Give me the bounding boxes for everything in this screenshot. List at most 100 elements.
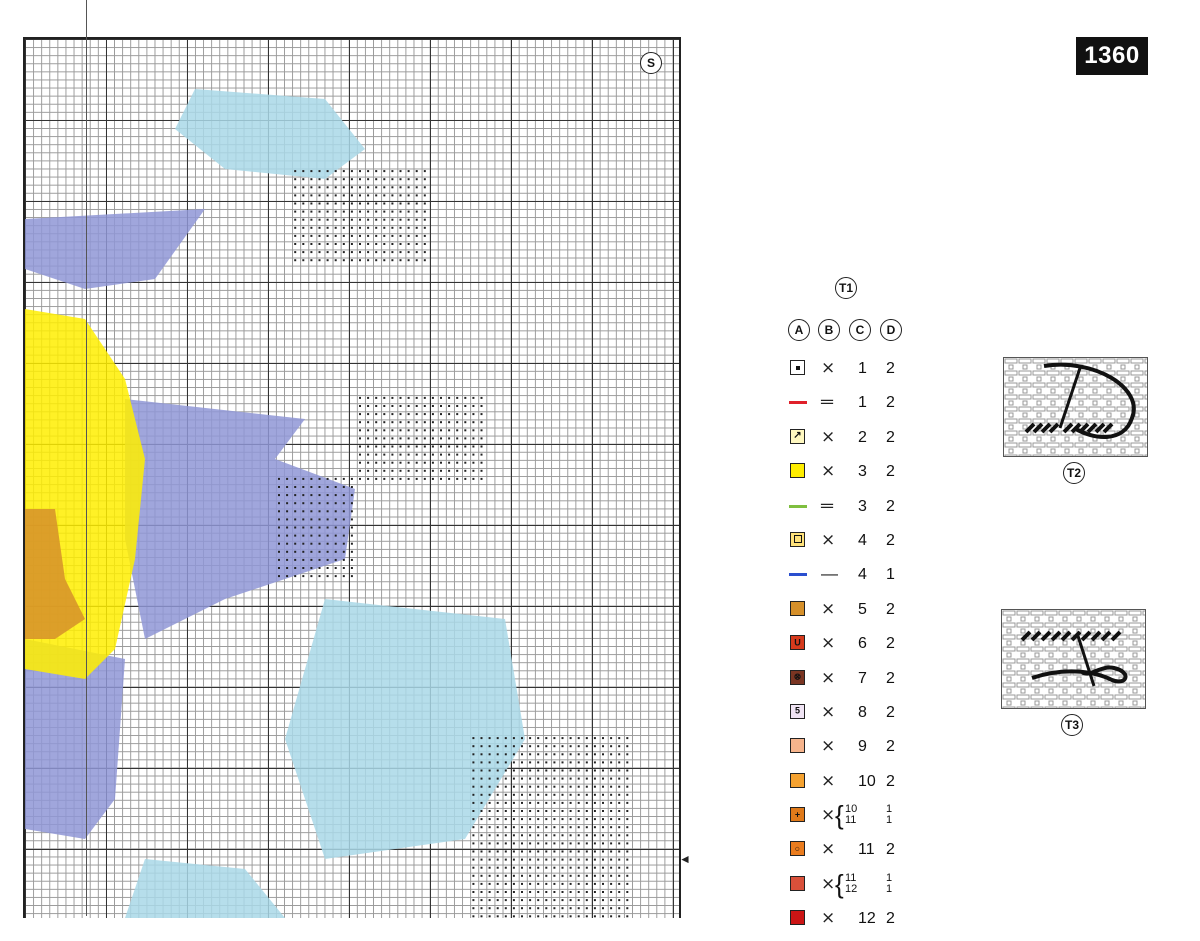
dot-stitch — [537, 834, 540, 837]
dot-stitch — [512, 818, 515, 821]
dot-stitch — [359, 461, 361, 464]
dot-stitch — [431, 453, 434, 456]
dot-stitch — [367, 259, 370, 262]
dot-stitch — [488, 858, 491, 861]
dot-stitch — [610, 850, 613, 853]
dot-stitch — [521, 866, 523, 869]
dot-stitch — [464, 396, 467, 399]
dot-stitch — [472, 882, 475, 885]
color-key-legend: ⨯ 1 2 ═ 1 2 ↗ ⨯ 2 2 ⨯ 3 2 ═ 3 2 ⨯ 4 2 — 4 1 ⨯ 5 2 U ⨯ 6 2 ⊗ ⨯… — [788, 356, 928, 941]
dot-stitch — [326, 494, 329, 497]
dot-stitch — [310, 567, 313, 569]
dot-stitch — [602, 866, 604, 869]
dot-stitch — [294, 477, 297, 480]
dot-stitch — [310, 194, 313, 197]
blend-colors: 11 12 — [845, 871, 858, 895]
dot-stitch — [383, 186, 386, 189]
dot-stitch — [569, 826, 572, 829]
dot-stitch — [415, 218, 418, 221]
legend-row: ⨯ 3 2 — [788, 459, 928, 493]
dot-stitch — [383, 234, 386, 237]
dot-stitch — [577, 785, 580, 788]
dot-stitch — [464, 453, 467, 456]
dot-stitch — [569, 834, 572, 837]
color-number: 1 — [858, 394, 867, 412]
dot-stitch — [326, 170, 329, 173]
dot-stitch — [521, 842, 523, 845]
dot-stitch — [391, 477, 394, 480]
dot-stitch — [480, 866, 483, 869]
dot-stitch — [286, 550, 289, 553]
dot-stitch — [593, 777, 596, 780]
dot-stitch — [318, 243, 321, 245]
dot-stitch — [480, 818, 483, 821]
needle-stitch-icon — [1004, 358, 1147, 456]
dot-stitch — [407, 243, 410, 245]
dot-stitch — [359, 413, 361, 416]
dot-stitch — [391, 218, 394, 221]
dot-stitch — [512, 826, 515, 829]
dot-stitch — [407, 477, 410, 480]
dot-stitch — [391, 396, 394, 399]
dot-stitch — [602, 826, 604, 829]
dot-stitch — [415, 437, 418, 440]
dot-stitch — [334, 550, 337, 553]
dot-stitch — [399, 234, 402, 237]
dot-stitch — [375, 453, 378, 456]
dot-stitch — [375, 421, 378, 424]
dot-stitch — [423, 413, 426, 416]
dot-stitch — [431, 396, 434, 399]
dot-stitch — [512, 850, 515, 853]
dot-stitch — [326, 194, 329, 197]
legend-row: ⨯ 1 2 — [788, 356, 928, 390]
dot-stitch — [342, 170, 345, 173]
dot-stitch — [399, 437, 402, 440]
dot-stitch — [278, 542, 280, 545]
dot-stitch — [342, 202, 345, 205]
dot-stitch — [480, 907, 483, 910]
dot-stitch — [334, 477, 337, 480]
page-number-badge: 1360 — [1076, 37, 1148, 75]
dot-stitch — [431, 437, 434, 440]
dot-stitch — [334, 534, 337, 537]
dot-stitch — [383, 202, 386, 205]
dot-stitch — [294, 186, 297, 189]
dot-stitch — [610, 818, 613, 821]
dot-stitch — [561, 810, 564, 812]
dot-stitch — [286, 494, 289, 497]
dot-stitch — [367, 243, 370, 245]
dot-stitch — [423, 429, 426, 432]
dot-stitch — [391, 243, 394, 245]
dot-stitch — [294, 575, 297, 578]
dot-stitch — [593, 810, 596, 812]
dot-stitch — [537, 882, 540, 885]
dot-stitch — [334, 178, 337, 181]
dot-stitch — [350, 534, 353, 537]
dot-stitch — [310, 494, 313, 497]
dot-stitch — [286, 518, 289, 521]
strand-count: 1 — [886, 566, 895, 584]
dot-stitch — [602, 818, 604, 821]
dot-stitch — [593, 850, 596, 853]
dot-stitch — [480, 477, 483, 480]
dot-stitch — [610, 761, 613, 764]
dot-stitch — [310, 259, 313, 262]
dot-stitch — [359, 405, 361, 407]
dot-stitch — [521, 826, 523, 829]
dot-stitch — [529, 818, 532, 821]
dot-stitch — [350, 558, 353, 561]
dot-stitch — [472, 421, 475, 424]
dot-stitch — [302, 170, 305, 173]
dot-stitch — [302, 502, 305, 505]
dot-stitch — [415, 405, 418, 407]
dot-stitch — [440, 396, 442, 399]
dot-stitch — [496, 777, 499, 780]
dot-stitch — [318, 251, 321, 254]
light-blue-region — [175, 89, 365, 179]
dot-stitch — [359, 396, 361, 399]
dot-stitch — [593, 801, 596, 804]
dot-stitch — [318, 575, 321, 578]
legend-row: ⨯ 4 2 — [788, 528, 928, 562]
stitch-type-icon: ⨯ — [821, 701, 836, 721]
dot-stitch — [569, 858, 572, 861]
